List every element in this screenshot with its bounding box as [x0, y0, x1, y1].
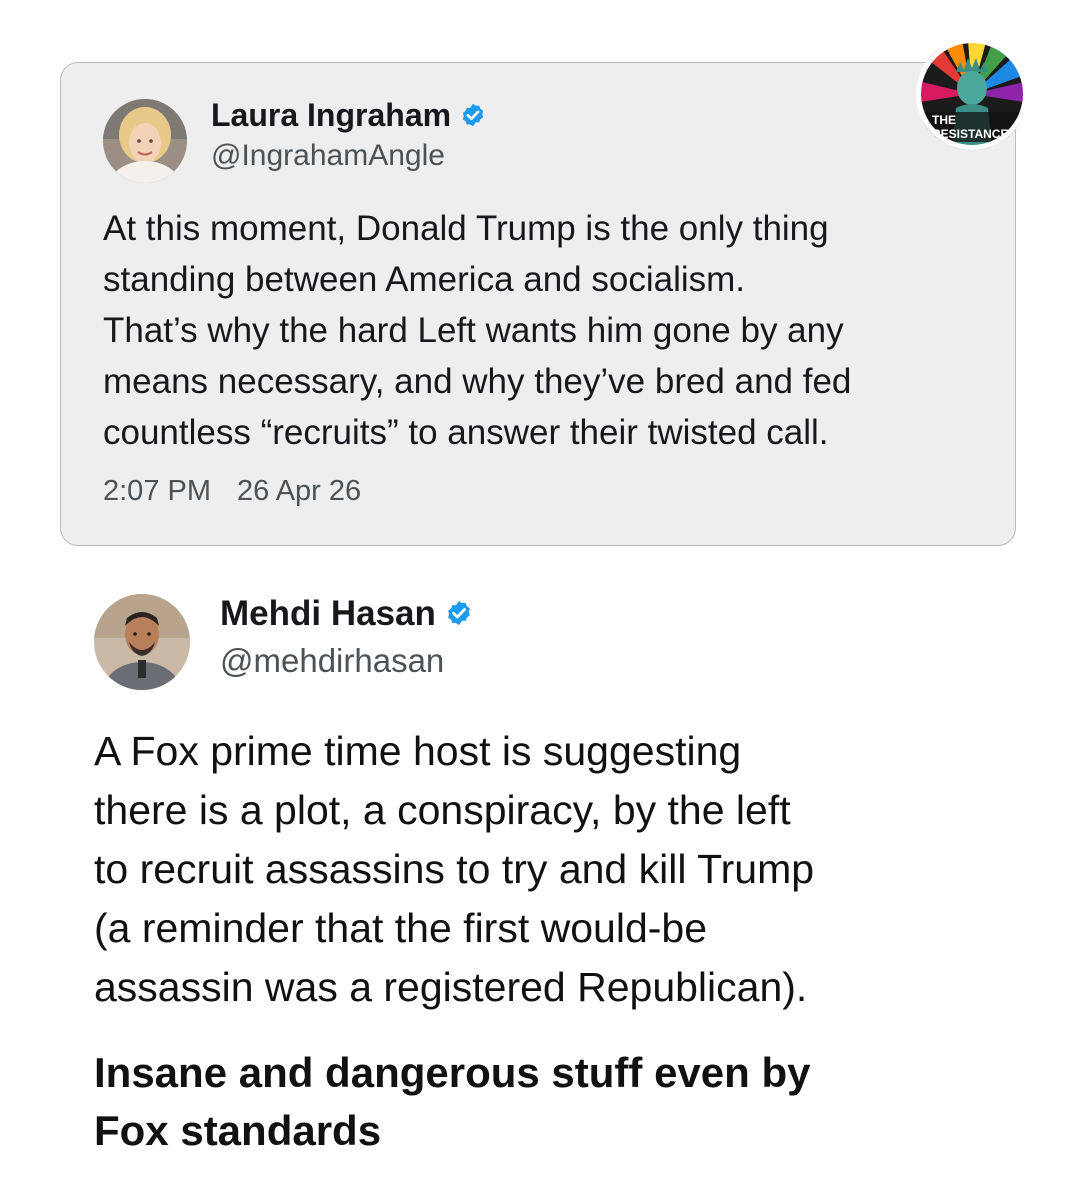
emphasis-line: Fox standards	[94, 1107, 382, 1154]
quoted-text-line: standing between America and socialism.	[103, 260, 746, 299]
quoted-author-avatar[interactable]	[103, 99, 187, 183]
badge-text-line1: THE	[932, 113, 956, 127]
quoted-tweet-time: 2:07 PM	[103, 475, 211, 507]
quoted-text-line: means necessary, and why they’ve bred an…	[103, 362, 852, 401]
quoted-tweet-date: 26 Apr 26	[237, 475, 362, 507]
main-tweet-text: A Fox prime time host is suggesting ther…	[94, 722, 1024, 1017]
main-author-name[interactable]: Mehdi Hasan	[220, 594, 436, 634]
quoted-text-line: At this moment, Donald Trump is the only…	[103, 209, 829, 248]
quoted-author-name[interactable]: Laura Ingraham	[211, 97, 451, 134]
quoted-text-line: countless “recruits” to answer their twi…	[103, 413, 829, 452]
resistance-badge-logo: THE RESISTANCE	[916, 38, 1028, 150]
verified-check-icon	[444, 599, 474, 629]
quoted-tweet-timestamp[interactable]: 2:07 PM 26 Apr 26	[103, 475, 361, 508]
quoted-tweet-text: At this moment, Donald Trump is the only…	[103, 203, 993, 458]
main-author-avatar[interactable]	[94, 594, 190, 690]
main-text-line: assassin was a registered Republican).	[94, 964, 808, 1010]
main-text-line: to recruit assassins to try and kill Tru…	[94, 846, 815, 892]
verified-check-icon	[459, 102, 487, 130]
quoted-author-handle[interactable]: @IngrahamAngle	[211, 139, 445, 173]
main-text-line: A Fox prime time host is suggesting	[94, 728, 742, 774]
emphasis-line: Insane and dangerous stuff even by	[94, 1049, 811, 1096]
main-text-line: (a reminder that the first would-be	[94, 905, 707, 951]
quoted-text-line: That’s why the hard Left wants him gone …	[103, 311, 844, 350]
quoted-author-row: Laura Ingraham	[211, 97, 487, 134]
main-text-line: there is a plot, a conspiracy, by the le…	[94, 787, 791, 833]
main-author-row: Mehdi Hasan	[220, 594, 474, 634]
main-tweet-emphasis: Insane and dangerous stuff even by Fox s…	[94, 1044, 1034, 1160]
main-author-handle[interactable]: @mehdirhasan	[220, 642, 444, 680]
quoted-tweet-card[interactable]: Laura Ingraham @IngrahamAngle At this mo…	[60, 62, 1016, 546]
